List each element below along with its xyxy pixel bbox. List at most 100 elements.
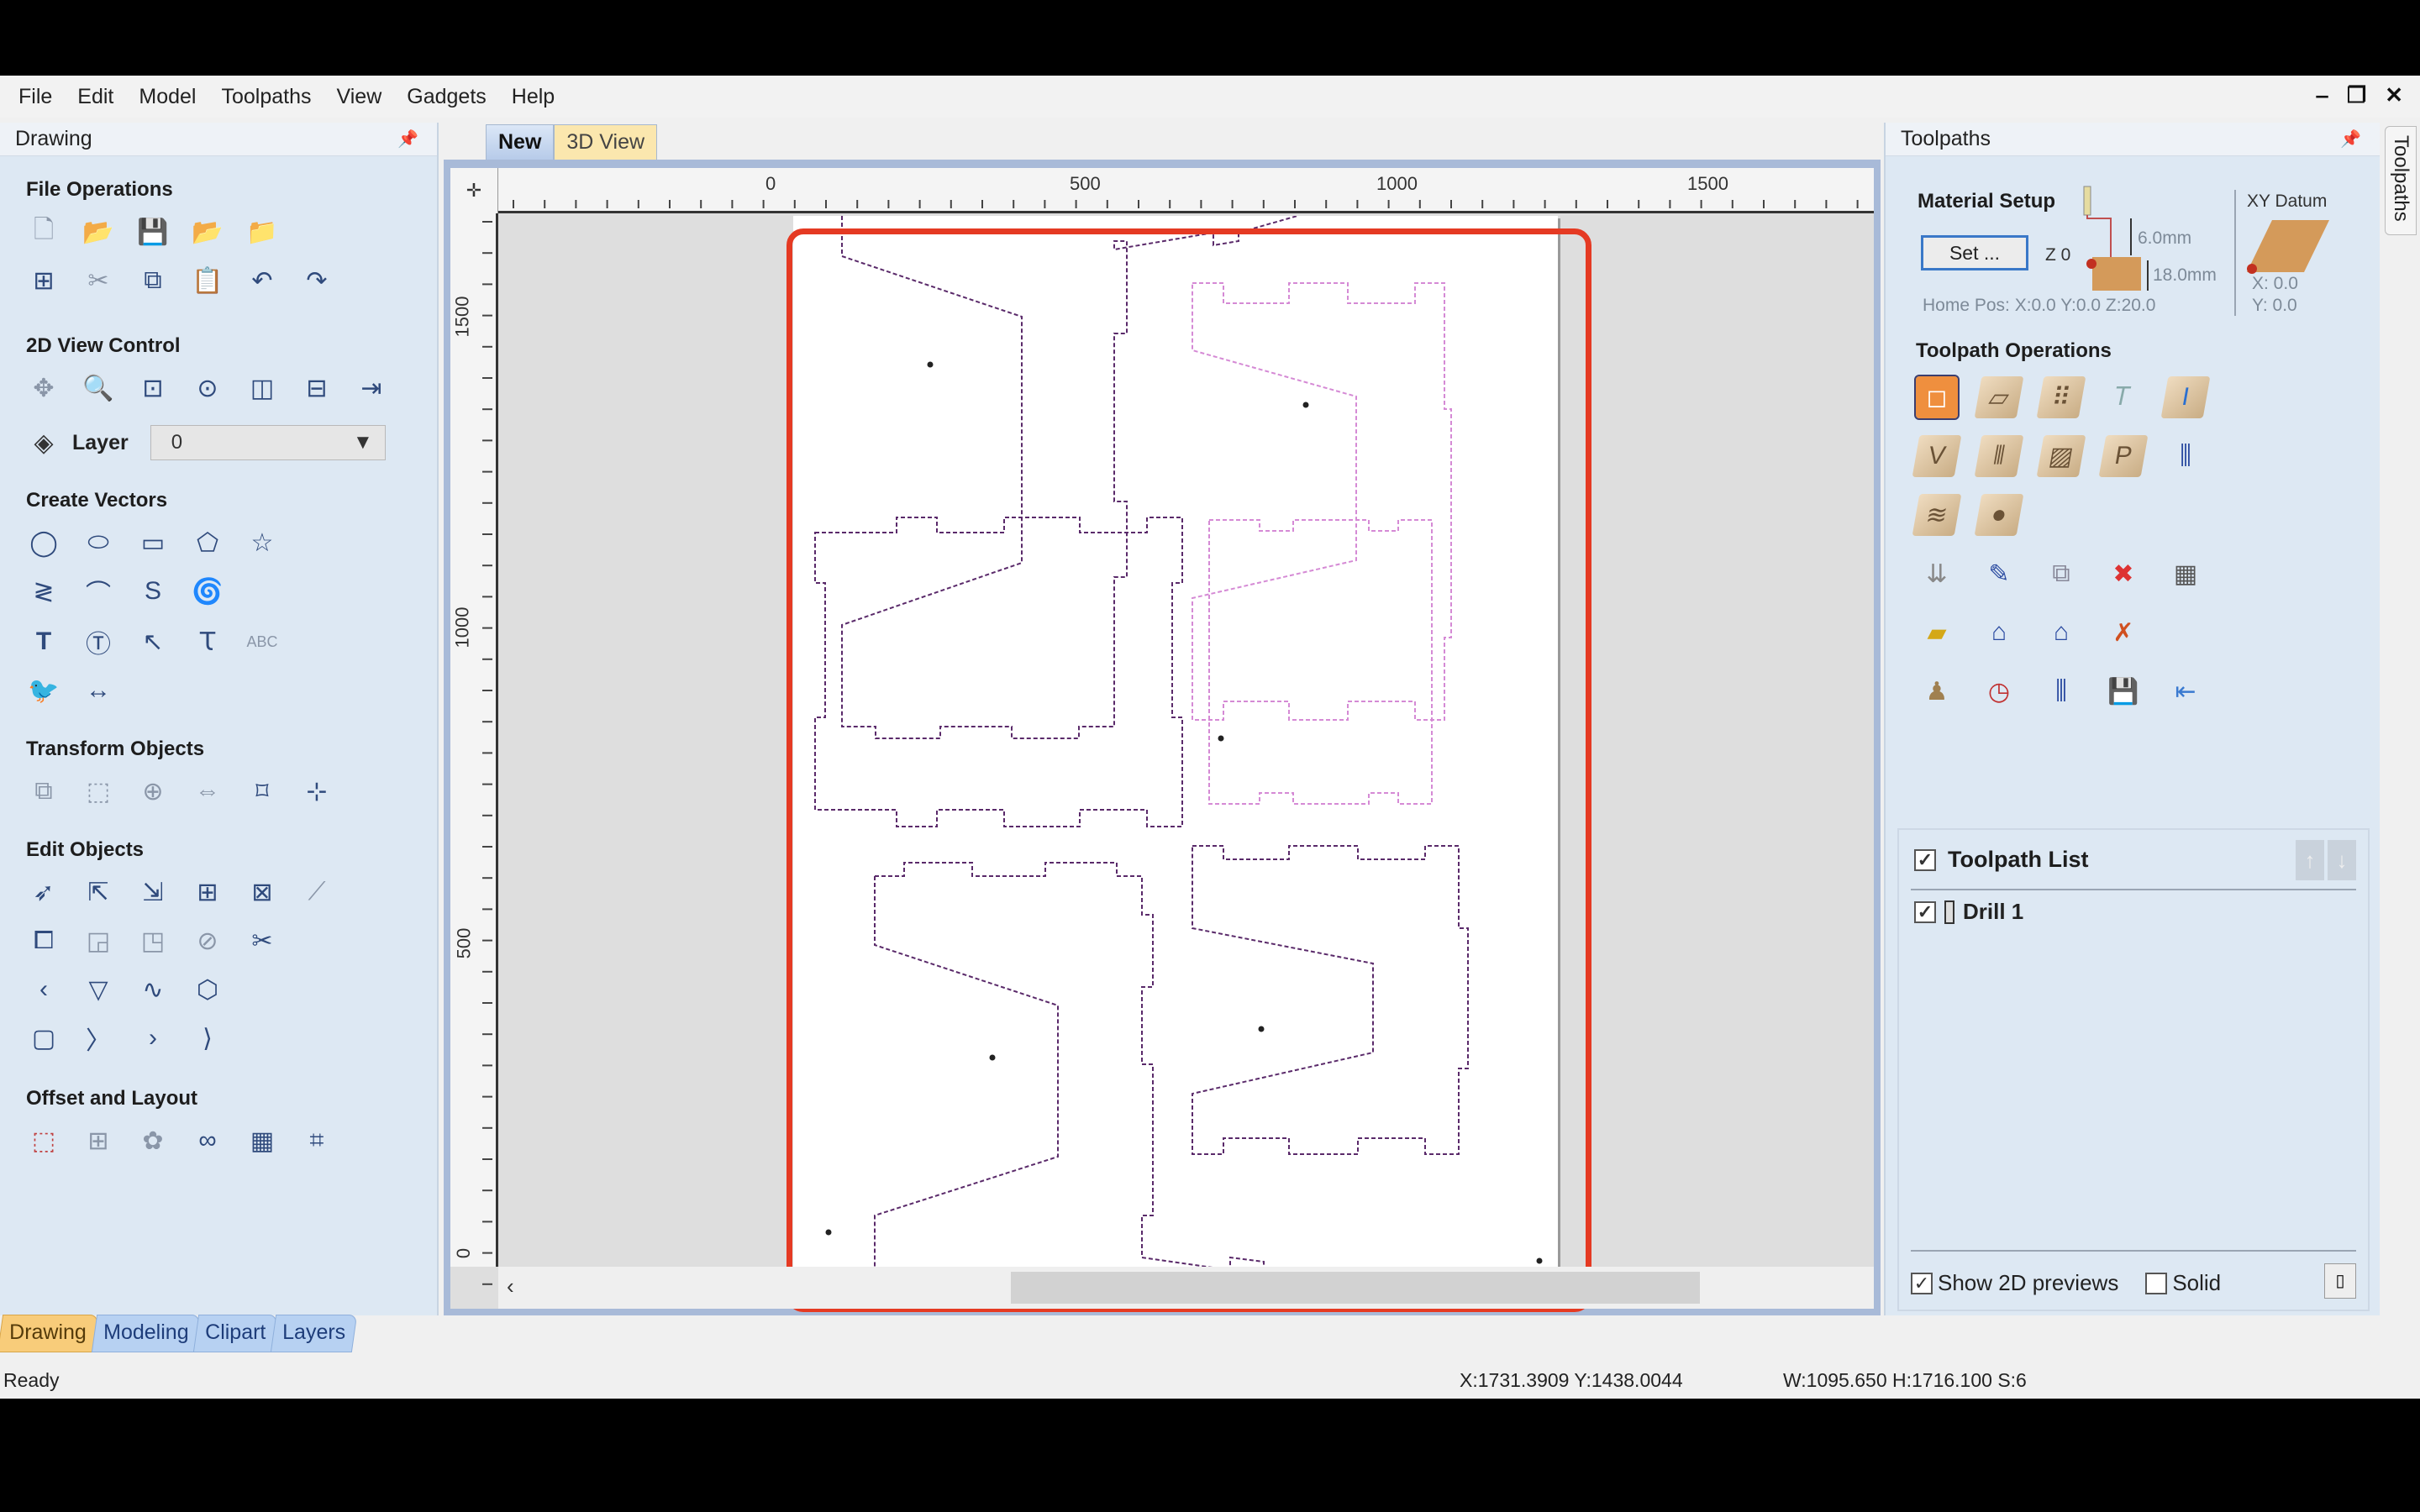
- select-icon[interactable]: ➶: [27, 875, 60, 909]
- drilling-toolpath-icon[interactable]: ⠿: [2036, 376, 2086, 418]
- toolpath-summary-icon[interactable]: ✗: [2102, 612, 2144, 654]
- open-template-icon[interactable]: ▰: [1916, 612, 1958, 654]
- time-estimate-icon[interactable]: ◷: [1978, 670, 2020, 712]
- import-icon[interactable]: 📁: [245, 215, 279, 249]
- menu-file[interactable]: File: [18, 85, 52, 109]
- center-icon[interactable]: ⊹: [300, 774, 334, 808]
- distort-icon[interactable]: ⌑: [245, 774, 279, 808]
- fillet-icon[interactable]: ⊘: [191, 924, 224, 958]
- menu-edit[interactable]: Edit: [77, 85, 113, 109]
- intersect-icon[interactable]: ◳: [136, 924, 170, 958]
- fit-curve-icon[interactable]: 🐦: [27, 674, 60, 707]
- menu-model[interactable]: Model: [139, 85, 196, 109]
- mirror-icon[interactable]: ⇔: [191, 774, 224, 808]
- close-vector-icon[interactable]: ‹: [27, 973, 60, 1006]
- edit-toolpath-icon[interactable]: ✎: [1978, 553, 2020, 595]
- scale-icon[interactable]: ⬚: [82, 774, 115, 808]
- redo-icon[interactable]: ↷: [300, 264, 334, 297]
- menu-gadgets[interactable]: Gadgets: [407, 85, 487, 109]
- nesting-icon[interactable]: ▦: [245, 1124, 279, 1158]
- offset-icon[interactable]: ⬚: [27, 1124, 60, 1158]
- circle-icon[interactable]: ◯: [27, 526, 60, 559]
- tool-database-icon[interactable]: ⫼: [2040, 670, 2082, 712]
- curve-icon[interactable]: ⌒: [82, 575, 115, 608]
- move-up-button[interactable]: ↑: [2296, 840, 2324, 880]
- pin-icon[interactable]: 📌: [397, 129, 418, 150]
- close-button[interactable]: ✕: [2385, 82, 2403, 108]
- roughing-toolpath-icon[interactable]: ≋: [1912, 494, 1962, 536]
- polyline-icon[interactable]: ≷: [27, 575, 60, 608]
- text-arc-icon[interactable]: ABC: [245, 625, 279, 659]
- tab-modeling[interactable]: Modeling: [91, 1315, 201, 1352]
- copy-along-icon[interactable]: ∞: [191, 1124, 224, 1158]
- horizontal-scrollbar[interactable]: ‹: [498, 1267, 1874, 1309]
- dimension-icon[interactable]: ↔: [82, 674, 115, 707]
- curve-fit-icon[interactable]: ⬡: [191, 973, 224, 1006]
- copy-toolpath-icon[interactable]: ⧉: [2040, 553, 2082, 595]
- rectangle-icon[interactable]: ▭: [136, 526, 170, 559]
- tab-layers[interactable]: Layers: [271, 1315, 358, 1352]
- vcarve-toolpath-icon[interactable]: V: [1912, 435, 1962, 477]
- pocket-toolpath-icon[interactable]: ▱: [1974, 376, 2024, 418]
- join-vectors-icon[interactable]: ⟋: [300, 875, 334, 909]
- toolpath-list-checkbox[interactable]: ✓: [1914, 848, 1936, 871]
- ruler-origin-icon[interactable]: ✛: [450, 168, 498, 213]
- show-2d-previews-checkbox[interactable]: ✓: [1911, 1272, 1933, 1294]
- menu-toolpaths[interactable]: Toolpaths: [221, 85, 311, 109]
- zoom-all-icon[interactable]: ⊡: [136, 371, 170, 405]
- text-icon[interactable]: T: [27, 625, 60, 659]
- open-file-icon[interactable]: 📂: [82, 215, 115, 249]
- texture-toolpath-icon[interactable]: ▨: [2036, 435, 2086, 477]
- calculator-icon[interactable]: ▦: [2165, 553, 2207, 595]
- scroll-left-icon[interactable]: ‹: [507, 1273, 514, 1299]
- text-on-curve-icon[interactable]: ↖: [136, 625, 170, 659]
- job-setup-icon[interactable]: ⊞: [27, 264, 60, 297]
- zoom-box-icon[interactable]: 🔍: [82, 371, 115, 405]
- transform-select-icon[interactable]: ⇲: [136, 875, 170, 909]
- group-icon[interactable]: ⊞: [191, 875, 224, 909]
- menu-view[interactable]: View: [337, 85, 382, 109]
- solid-checkbox[interactable]: [2145, 1272, 2168, 1294]
- new-file-icon[interactable]: 🗋: [27, 215, 60, 249]
- undo-icon[interactable]: ↶: [245, 264, 279, 297]
- menu-help[interactable]: Help: [512, 85, 555, 109]
- polygon-icon[interactable]: ⬠: [191, 526, 224, 559]
- layer-dropdown[interactable]: 0 ▼: [150, 425, 386, 460]
- moulding-toolpath-icon[interactable]: ⫼: [2165, 435, 2207, 477]
- dogbone-icon[interactable]: ›: [136, 1021, 170, 1055]
- paste-icon[interactable]: 📋: [191, 264, 224, 297]
- array-copy-icon[interactable]: ⊞: [82, 1124, 115, 1158]
- tab-3d-view[interactable]: 3D View: [554, 124, 658, 160]
- node-edit-icon[interactable]: ⇱: [82, 875, 115, 909]
- pin-icon[interactable]: 📌: [2340, 129, 2361, 150]
- ungroup-icon[interactable]: ⊠: [245, 875, 279, 909]
- subtract-icon[interactable]: ◲: [82, 924, 115, 958]
- auto-layout-icon[interactable]: ⌗: [300, 1124, 334, 1158]
- tile-view-icon[interactable]: ⊟: [300, 371, 334, 405]
- material-set-button[interactable]: Set ...: [1921, 235, 2028, 270]
- smooth-icon[interactable]: ∿: [136, 973, 170, 1006]
- tab-new[interactable]: New: [486, 124, 555, 160]
- zoom-selected-icon[interactable]: ⊙: [191, 371, 224, 405]
- toggle-panel-icon[interactable]: ⇥: [355, 371, 388, 405]
- fluting-toolpath-icon[interactable]: ⫴: [1974, 435, 2024, 477]
- align-icon[interactable]: ⊕: [136, 774, 170, 808]
- copy-icon[interactable]: ⧉: [136, 264, 170, 297]
- tab-drawing[interactable]: Drawing: [0, 1315, 98, 1352]
- weld-icon[interactable]: ⧠: [27, 924, 60, 958]
- prism-toolpath-icon[interactable]: P: [2098, 435, 2149, 477]
- delete-toolpath-icon[interactable]: ✖: [2102, 553, 2144, 595]
- ellipse-icon[interactable]: ⬭: [82, 526, 115, 559]
- minimize-button[interactable]: ‒: [2316, 82, 2328, 108]
- move-down-button[interactable]: ↓: [2328, 840, 2356, 880]
- profile-toolpath-icon[interactable]: ◻: [1914, 375, 1960, 420]
- nodes-icon[interactable]: ▢: [27, 1021, 60, 1055]
- scrollbar-thumb[interactable]: [1011, 1272, 1700, 1304]
- 2d-view-canvas[interactable]: ✛ 0 500 1000 1500 1500 1000 500 0 ‹: [450, 168, 1921, 1312]
- quick-engrave-icon[interactable]: 𝑇: [2102, 376, 2144, 418]
- star-icon[interactable]: ☆: [245, 526, 279, 559]
- save-icon[interactable]: 💾: [136, 215, 170, 249]
- template-merge-icon[interactable]: ⌂: [2040, 612, 2082, 654]
- close-panel-icon[interactable]: ⇤: [2165, 670, 2207, 712]
- toolpath-options-button[interactable]: ▯: [2324, 1263, 2356, 1299]
